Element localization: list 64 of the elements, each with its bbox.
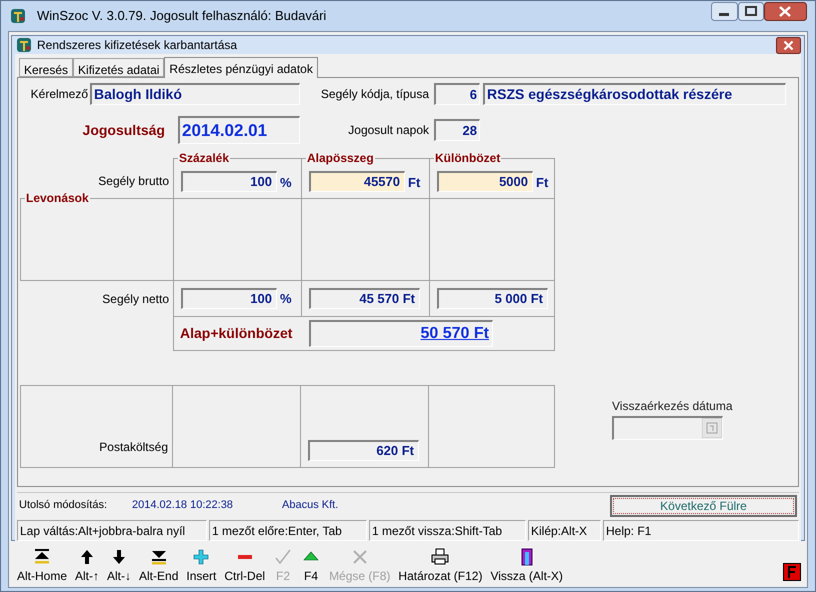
value-field: 45570 [309, 171, 405, 192]
field-label: Kérelmező [30, 86, 89, 103]
close-icon[interactable] [776, 36, 801, 54]
status-cell: 1 mezőt vissza:Shift-Tab [369, 520, 526, 541]
value-field: 5000 [437, 171, 533, 192]
applicant-field: Balogh Ildikó [90, 83, 300, 105]
modified-date: 2014.02.18 10:22:38 [132, 498, 234, 514]
status-cell: Kilép:Alt-X [528, 520, 601, 541]
plus-icon [191, 547, 212, 567]
toolbar-button[interactable]: Insert [182, 547, 220, 583]
window-title: WinSzoc V. 3.0.79. Jogosult felhasználó: Budavári [37, 7, 326, 26]
toolbar-button[interactable]: Alt-↓ [103, 547, 136, 583]
field-label: Utolsó módosítás: [19, 498, 108, 514]
close-icon[interactable] [764, 2, 807, 21]
flag-icon [787, 566, 797, 578]
field-label: Segély kódja, típusa [320, 86, 430, 103]
status-cell: Help: F1 [603, 520, 799, 541]
tab[interactable]: Kifizetés adatai [73, 58, 164, 77]
app-logo-icon [9, 7, 27, 25]
status-cell: Lap váltás:Alt+jobbra-balra nyíl [17, 520, 207, 541]
unit-label: Ft [536, 174, 548, 192]
code-field: 6 [434, 83, 480, 105]
modified-by: Abacus Kft. [282, 498, 338, 514]
value-field: 100 [181, 288, 277, 309]
checkmark-icon [273, 547, 294, 567]
status-cell: 1 mezőt előre:Enter, Tab [209, 520, 367, 541]
toolbar-button[interactable]: F4 [297, 547, 326, 583]
minimize-icon[interactable] [711, 2, 738, 21]
window-title: Rendszeres kifizetések karbantartása [37, 37, 238, 54]
unit-label: % [280, 290, 292, 308]
column-title: Alapösszeg [306, 151, 375, 165]
unit-label: Ft [408, 174, 420, 192]
app-logo-icon [15, 36, 33, 54]
days-field: 28 [434, 119, 480, 141]
printer-icon [430, 547, 450, 567]
column-title: Különbözet [434, 151, 502, 165]
date-field: 2014.02.01 [178, 116, 300, 144]
total-link[interactable]: 50 570 Ft [420, 322, 489, 346]
row-label: Segély brutto [98, 173, 169, 190]
field-label: Visszaérkezés dátuma [612, 398, 733, 415]
toolbar-button[interactable]: Ctrl-Del [220, 547, 270, 583]
total-label: Alap+különbözet [180, 324, 294, 343]
toolbar-button[interactable]: Alt-Home [13, 547, 72, 583]
toolbar-button[interactable]: Vissza (Alt-X) [486, 547, 567, 583]
type-field: RSZS egészségkárosodottak részére [483, 83, 786, 105]
tab[interactable]: Keresés [19, 58, 74, 77]
tab[interactable]: Részletes pénzügyi adatok [164, 57, 318, 78]
toolbar-button[interactable]: Alt-↑ [71, 547, 104, 583]
maximize-icon[interactable] [738, 2, 764, 21]
value-field: 620 Ft [308, 440, 419, 461]
group-title: Levonások [25, 191, 90, 205]
value-field: 45 570 Ft [309, 288, 420, 309]
field-label: Jogosultság [82, 120, 165, 140]
value-field: 100 [181, 171, 277, 192]
minus-icon [238, 555, 252, 559]
toolbar-button[interactable]: Határozat (F12) [394, 547, 486, 583]
next-tab-button[interactable]: Következő Fülre [610, 494, 797, 516]
toolbar-button[interactable]: Alt-End [135, 547, 182, 583]
value-field: 5 000 Ft [437, 288, 548, 309]
row-label: Segély netto [102, 290, 169, 308]
row-label: Postaköltség [99, 439, 168, 456]
column-title: Százalék [178, 151, 230, 165]
unit-label: % [280, 174, 292, 192]
field-label: Jogosult napok [347, 122, 430, 139]
